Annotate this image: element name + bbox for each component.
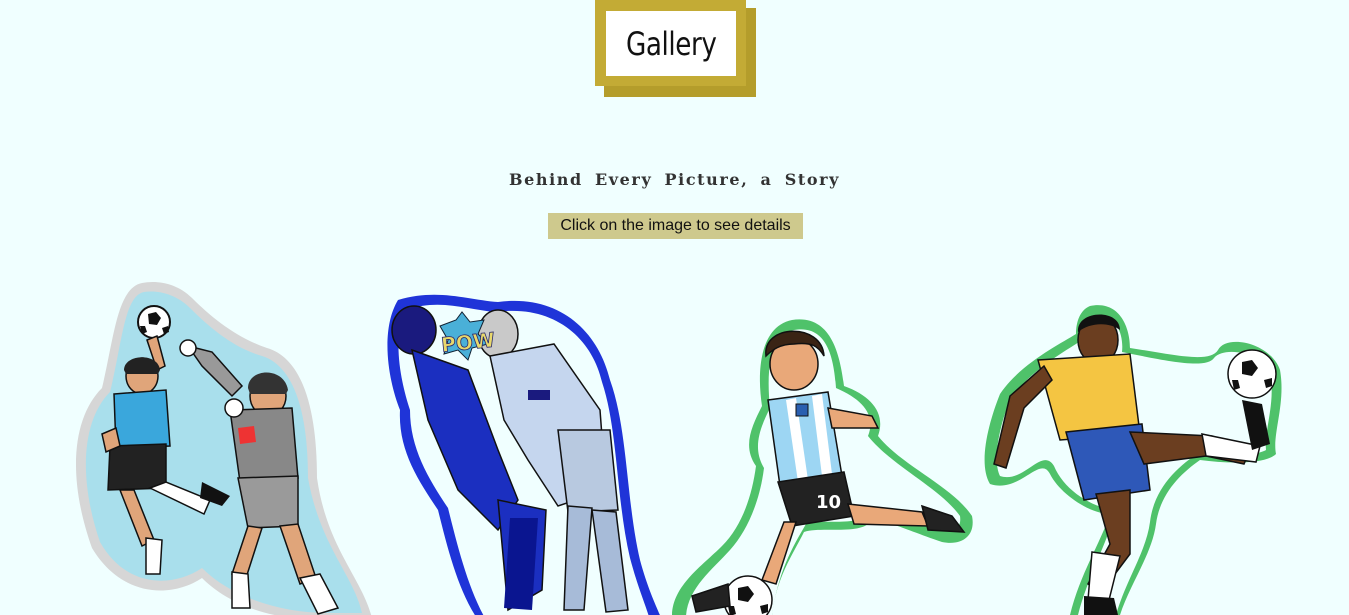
brazil-player-volley-sticker-icon: [984, 305, 1282, 615]
click-hint: Click on the image to see details: [548, 213, 803, 239]
argentina-number-10-sticker-icon: 10: [672, 319, 973, 615]
gallery-title-box: Gallery: [595, 0, 757, 98]
page-title: Gallery: [625, 24, 717, 63]
gallery-page: Gallery Behind Every Picture, a Story Cl…: [0, 0, 1349, 615]
shirt-number: 10: [816, 492, 841, 513]
gallery-image-3[interactable]: 10: [672, 316, 982, 615]
gallery-image-2[interactable]: POW: [378, 290, 668, 615]
title-frame: Gallery: [595, 0, 746, 86]
hand-of-god-sticker-icon: [75, 281, 372, 615]
title-inner: Gallery: [606, 11, 736, 76]
gallery-image-4[interactable]: [980, 304, 1285, 615]
gallery-subtitle: Behind Every Picture, a Story: [508, 170, 841, 189]
gallery-image-1[interactable]: [62, 278, 377, 615]
headbutt-sticker-icon: POW: [387, 294, 660, 615]
